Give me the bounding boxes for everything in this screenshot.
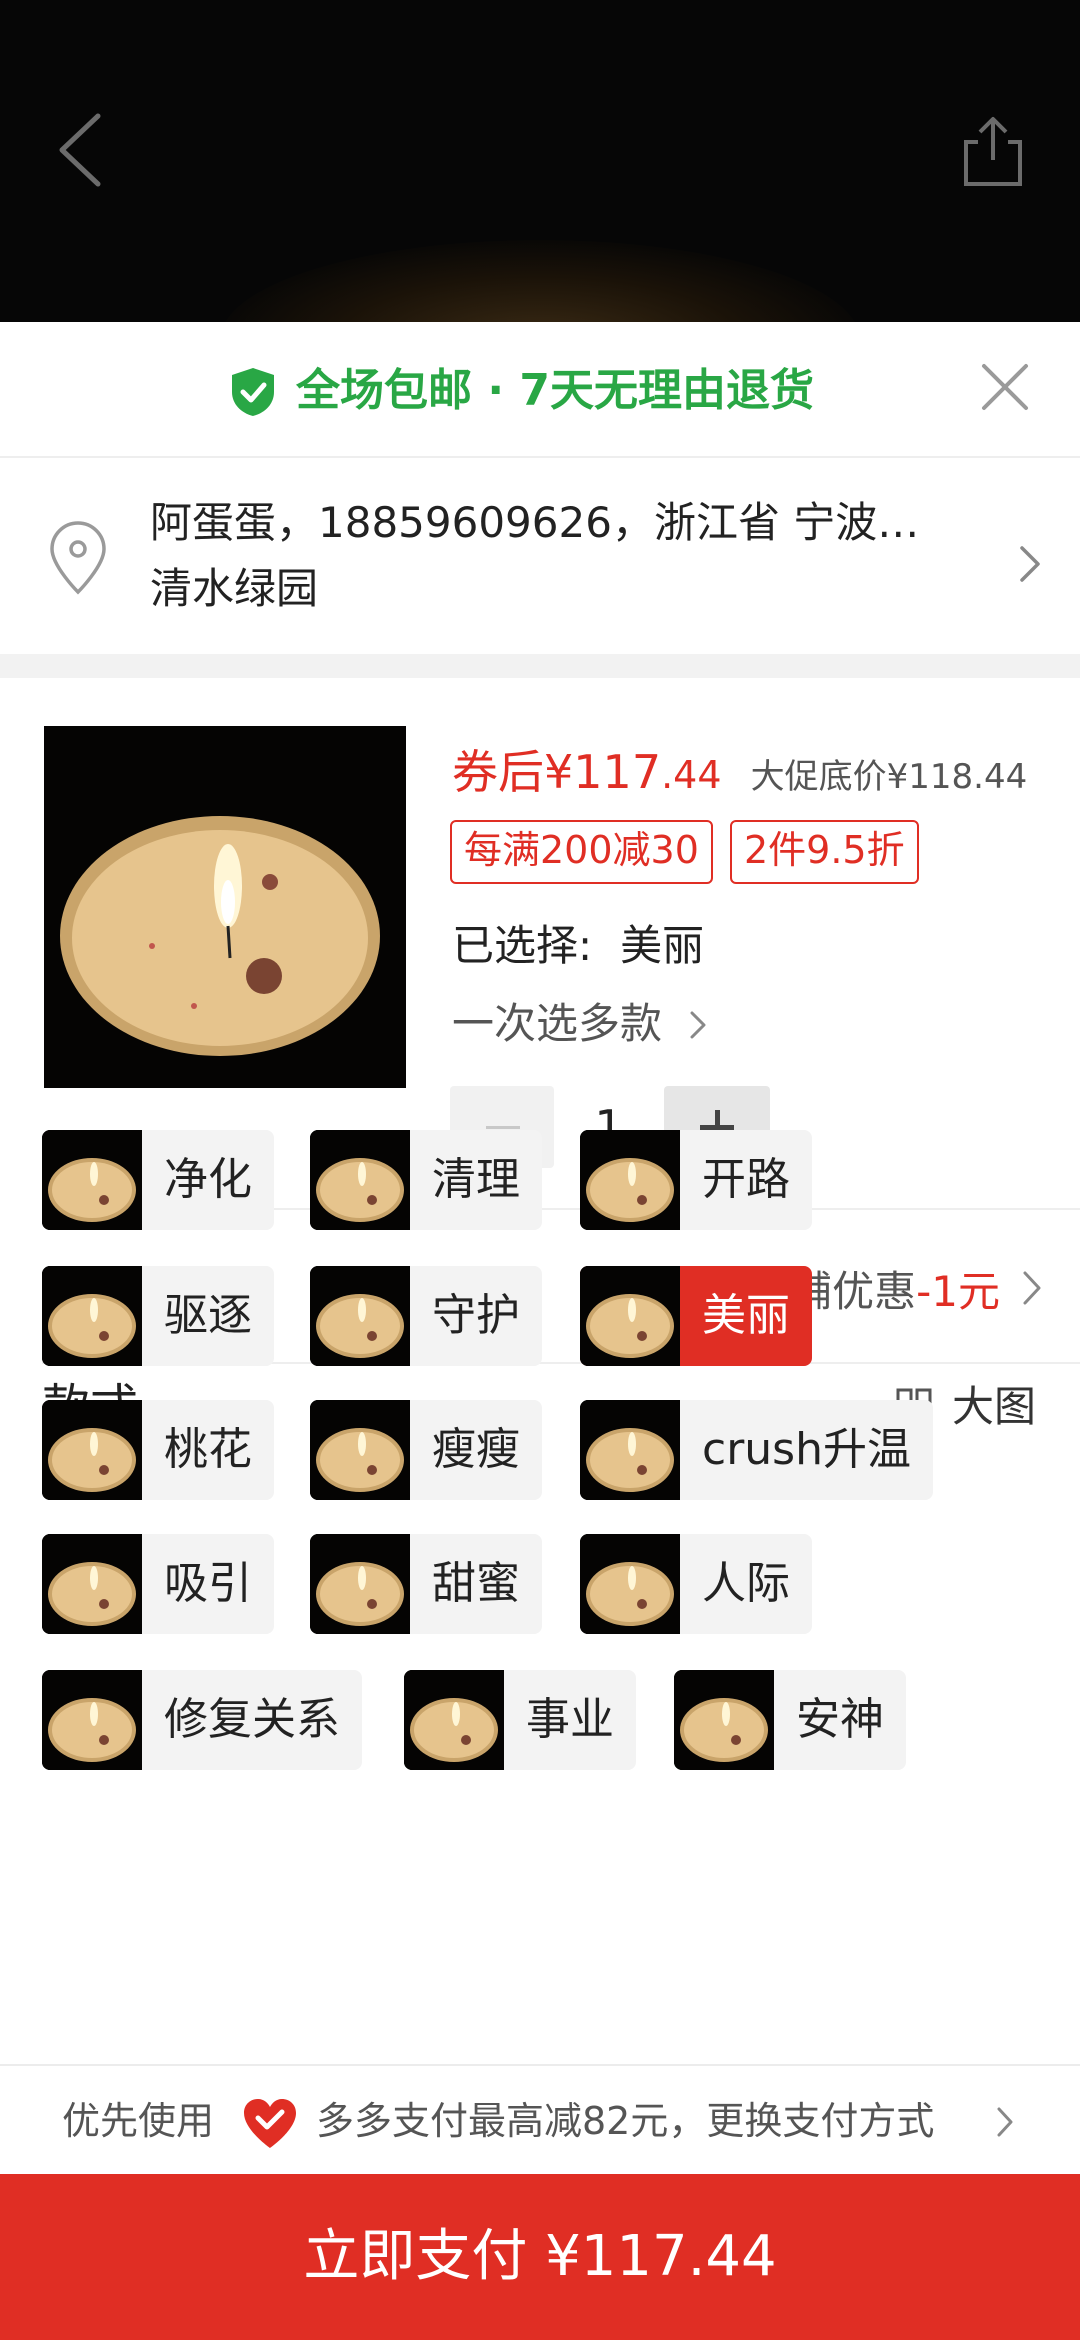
product-thumbnail[interactable] — [44, 726, 406, 1088]
payment-method-bar[interactable]: 优先使用 多多支付最高减82元，更换支付方式 — [0, 2064, 1080, 2174]
style-option-label: 安神 — [796, 1694, 884, 1745]
address-line-1: 阿蛋蛋，18859609626，浙江省 宁波… — [150, 498, 920, 547]
guarantee-banner: 全场包邮 · 7天无理由退货 — [0, 322, 1080, 458]
style-thumbnail — [580, 1266, 680, 1366]
discount-amount: -1元 — [916, 1267, 1000, 1316]
style-option-label: 吸引 — [164, 1558, 252, 1609]
style-thumbnail — [42, 1534, 142, 1634]
style-thumbnail — [674, 1670, 774, 1770]
style-thumbnail — [580, 1534, 680, 1634]
chevron-right-icon — [1023, 1271, 1041, 1305]
selected-label: 已选择: — [452, 921, 593, 970]
multi-select-label: 一次选多款 — [452, 999, 663, 1048]
close-icon[interactable] — [980, 362, 1030, 412]
chevron-right-icon — [690, 1011, 706, 1039]
price-row: 券后¥117.44 大促底价¥118.44 — [452, 736, 1027, 802]
promo-floor-price: 大促底价¥118.44 — [750, 757, 1028, 797]
style-option[interactable]: 净化 — [42, 1130, 274, 1230]
style-thumbnail — [42, 1400, 142, 1500]
price-cents: .44 — [661, 753, 722, 797]
style-option[interactable]: 清理 — [310, 1130, 542, 1230]
style-option[interactable]: 吸引 — [42, 1534, 274, 1634]
style-thumbnail — [404, 1670, 504, 1770]
style-thumbnail — [42, 1670, 142, 1770]
style-thumbnail — [310, 1266, 410, 1366]
style-option-label: 桃花 — [164, 1424, 252, 1475]
location-pin-icon — [50, 521, 106, 595]
style-option[interactable]: 守护 — [310, 1266, 542, 1366]
address-line-2: 清水绿园 — [150, 564, 319, 613]
big-image-label: 大图 — [952, 1382, 1037, 1431]
back-button[interactable] — [52, 110, 112, 190]
selected-variant: 已选择: 美丽 — [452, 912, 704, 973]
promo-tag: 2件9.5折 — [729, 820, 919, 884]
style-option-label: 修复关系 — [164, 1694, 340, 1745]
style-option[interactable]: 驱逐 — [42, 1266, 274, 1366]
coupon-price: 券后¥117.44 — [452, 736, 722, 802]
style-thumbnail — [310, 1534, 410, 1634]
guarantee-text: 全场包邮 · 7天无理由退货 — [296, 365, 814, 416]
style-thumbnail — [310, 1400, 410, 1500]
style-option-label: 开路 — [702, 1154, 790, 1205]
selected-value: 美丽 — [620, 921, 705, 970]
section-divider — [0, 654, 1080, 678]
style-option[interactable]: 开路 — [580, 1130, 812, 1230]
style-option-label: crush升温 — [702, 1424, 911, 1475]
style-thumbnail — [580, 1400, 680, 1500]
style-option-label: 甜蜜 — [432, 1558, 520, 1609]
style-option[interactable]: 事业 — [404, 1670, 636, 1770]
style-option-label: 净化 — [164, 1154, 252, 1205]
style-option[interactable]: 美丽 — [580, 1266, 812, 1366]
style-option[interactable]: 瘦瘦 — [310, 1400, 542, 1500]
chevron-right-icon — [1020, 546, 1040, 582]
price-integer: 117 — [573, 745, 662, 799]
promo-tag: 每满200减30 — [450, 820, 713, 884]
style-option[interactable]: 人际 — [580, 1534, 812, 1634]
style-option[interactable]: 甜蜜 — [310, 1534, 542, 1634]
style-option[interactable]: 修复关系 — [42, 1670, 362, 1770]
style-thumbnail — [580, 1130, 680, 1230]
style-option[interactable]: 安神 — [674, 1670, 906, 1770]
share-button[interactable] — [960, 114, 1026, 188]
multi-select-link[interactable]: 一次选多款 — [452, 990, 707, 1051]
style-option-label: 清理 — [432, 1154, 520, 1205]
candle-image — [44, 726, 406, 1088]
payment-offer-text: 多多支付最高减82元，更换支付方式 — [316, 2099, 935, 2143]
price-prefix: 券后¥ — [452, 745, 574, 799]
style-thumbnail — [42, 1130, 142, 1230]
checkout-sheet: 全场包邮 · 7天无理由退货 阿蛋蛋，18859609626，浙江省 宁波… 清… — [0, 322, 1080, 2340]
style-option[interactable]: 桃花 — [42, 1400, 274, 1500]
chevron-right-icon — [997, 2107, 1013, 2137]
style-option-label: 人际 — [702, 1558, 790, 1609]
shield-check-icon — [232, 368, 274, 416]
style-option-label: 事业 — [526, 1694, 614, 1745]
style-thumbnail — [42, 1266, 142, 1366]
prefer-label: 优先使用 — [62, 2099, 215, 2143]
style-thumbnail — [310, 1130, 410, 1230]
candle-glow — [220, 240, 860, 322]
style-option-label: 守护 — [432, 1290, 520, 1341]
style-option[interactable]: crush升温 — [580, 1400, 933, 1500]
style-option-label: 美丽 — [702, 1290, 790, 1341]
product-image-backdrop — [0, 0, 1080, 322]
shipping-address[interactable]: 阿蛋蛋，18859609626，浙江省 宁波… 清水绿园 — [0, 460, 1080, 650]
duoduo-pay-heart-icon — [244, 2099, 296, 2148]
style-option-label: 瘦瘦 — [432, 1424, 520, 1475]
promo-tags: 每满200减30 2件9.5折 — [450, 820, 931, 884]
style-option-label: 驱逐 — [164, 1290, 252, 1341]
pay-now-button[interactable]: 立即支付 ¥117.44 — [0, 2174, 1080, 2340]
